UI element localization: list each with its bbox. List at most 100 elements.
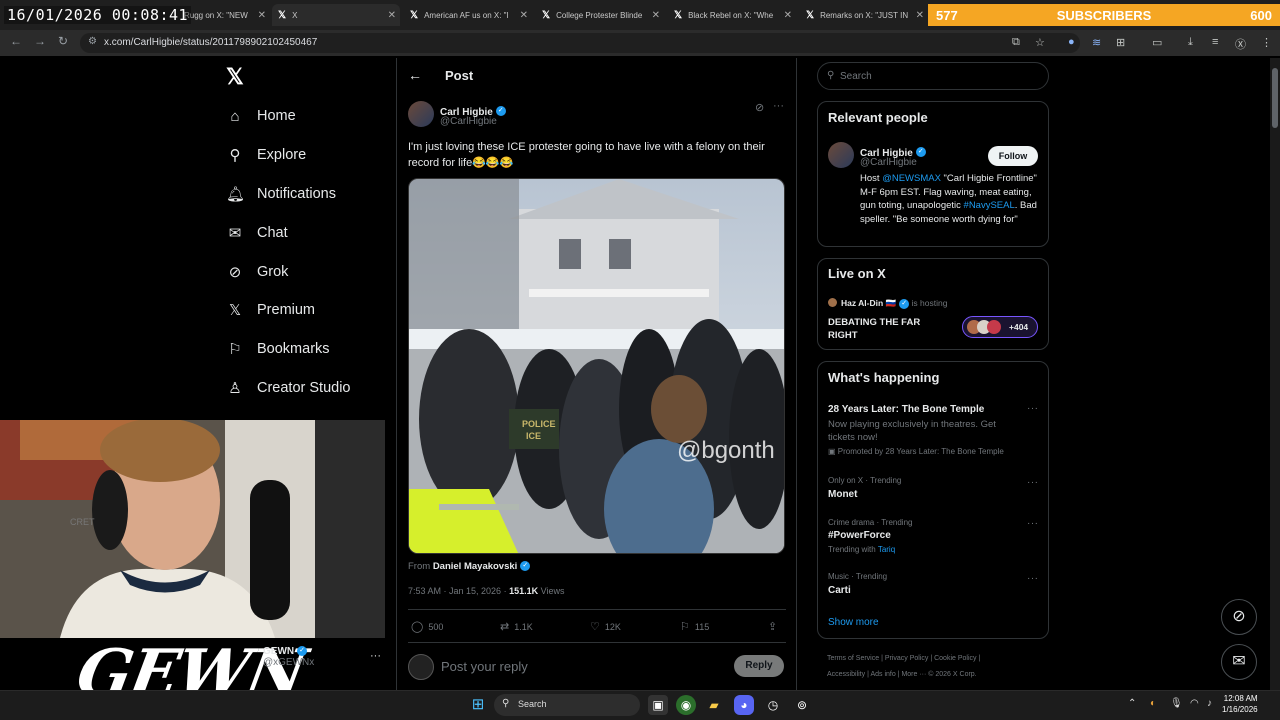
extension-icon[interactable]: ● [1068, 36, 1075, 48]
nav-notifications[interactable]: 🔔︎ Notifications [226, 182, 336, 206]
trend-title[interactable]: Carti [828, 585, 851, 596]
trend-title[interactable]: 28 Years Later: The Bone Temple [828, 404, 984, 415]
repost-action[interactable]: ⇄ 1.1K [500, 620, 533, 633]
trend-meta: Only on X · Trending [828, 476, 902, 485]
bookmark-icon: ⚐ [228, 341, 242, 358]
microphone-icon[interactable]: 🎙︎ [1170, 698, 1183, 709]
nav-chat[interactable]: ✉ Chat [226, 221, 288, 245]
browser-tab[interactable]: 𝕏 American AF us on X: "I ✕ [404, 4, 532, 26]
tray-overflow-icon[interactable]: ⌃ [1128, 698, 1136, 709]
nav-creator-studio[interactable]: ♙ Creator Studio [226, 376, 350, 400]
live-topic[interactable]: DEBATING THE FAR RIGHT [828, 316, 938, 342]
host-avatar [828, 298, 837, 307]
scrollbar[interactable] [1270, 58, 1280, 690]
scrollbar-thumb[interactable] [1272, 68, 1278, 128]
more-options-icon[interactable]: ··· [1027, 403, 1039, 414]
messages-fab-icon[interactable]: ✉ [1221, 644, 1257, 680]
author-handle[interactable]: @CarlHigbie [440, 116, 497, 127]
share-icon: ⇪ [768, 621, 778, 633]
grok-fab-icon[interactable]: ⊘ [1221, 599, 1257, 635]
author-avatar[interactable] [408, 101, 434, 127]
close-tab-icon[interactable]: ✕ [388, 10, 396, 21]
clock-app-icon[interactable]: ◷ [763, 695, 783, 715]
browser-tab[interactable]: 𝕏 Black Rebel on X: "Whe ✕ [668, 4, 796, 26]
bookmark-action[interactable]: ⚐ 115 [680, 620, 709, 633]
trend-title[interactable]: Monet [828, 489, 857, 500]
live-listeners[interactable]: +404 [962, 316, 1038, 338]
install-icon[interactable]: ⧉ [1012, 36, 1020, 49]
audio-extension-icon[interactable]: ≋ [1092, 36, 1101, 49]
star-icon[interactable]: ☆ [1035, 36, 1045, 49]
person-avatar[interactable] [828, 142, 854, 168]
taskbar-search[interactable]: ⚲ Search [494, 694, 640, 716]
bio-link[interactable]: @NEWSMAX [882, 173, 941, 184]
windows-start-icon[interactable]: ⊞ [468, 695, 488, 715]
nav-explore[interactable]: ⚲ Explore [226, 143, 307, 167]
back-arrow-icon[interactable]: ← [408, 67, 422, 83]
browser-tab[interactable]: 𝕏 College Protester Blinde ✕ [536, 4, 664, 26]
more-options-icon[interactable]: ··· [1027, 518, 1039, 529]
follow-button[interactable]: Follow [988, 146, 1038, 166]
reply-icon: ◯ [411, 621, 424, 633]
close-tab-icon[interactable]: ✕ [520, 10, 528, 21]
volume-icon[interactable]: ♪ [1207, 698, 1212, 709]
footer-links[interactable]: Accessibility | Ads info | More ··· © 20… [827, 671, 977, 678]
more-options-icon[interactable]: ··· [1027, 477, 1039, 488]
close-tab-icon[interactable]: ✕ [784, 10, 792, 21]
my-avatar[interactable] [408, 654, 434, 680]
grok-explain-icon[interactable]: ⊘ [755, 101, 764, 114]
show-more-link[interactable]: Show more [828, 617, 879, 628]
x-home-logo-icon[interactable]: 𝕏 [226, 64, 244, 90]
discord-icon[interactable]: ◕ [734, 695, 754, 715]
account-more-icon[interactable]: ··· [370, 650, 381, 662]
browser-tab[interactable]: 𝕏 Remarks on X: "JUST IN ✕ [800, 4, 928, 26]
person-handle[interactable]: @CarlHigbie [860, 157, 917, 168]
file-explorer-icon[interactable]: ▰ [704, 695, 724, 715]
forward-icon[interactable]: → [34, 34, 46, 48]
tray-app-icon[interactable]: ◐ [1150, 698, 1156, 709]
nav-grok[interactable]: ⊘ Grok [226, 260, 289, 284]
nav-premium[interactable]: 𝕏 Premium [226, 298, 315, 322]
live-host-row[interactable]: Haz Al-Din 🇷🇺 ✓ is hosting [841, 298, 947, 309]
download-icon[interactable]: ⤓ [1188, 36, 1193, 49]
media-icon[interactable]: ≡ [1212, 36, 1218, 48]
share-action[interactable]: ⇪ [768, 620, 782, 633]
back-icon[interactable]: ← [10, 34, 22, 48]
nav-bookmarks[interactable]: ⚐ Bookmarks [226, 337, 329, 361]
close-tab-icon[interactable]: ✕ [916, 10, 924, 21]
reply-button[interactable]: Reply [734, 655, 784, 677]
verified-badge-icon: ✓ [520, 561, 531, 572]
from-name[interactable]: Daniel Mayakovski [433, 561, 518, 572]
extensions-icon[interactable]: ⊞ [1116, 36, 1125, 49]
divider [408, 642, 786, 643]
bio-hashtag[interactable]: #NavySEAL [964, 200, 1015, 211]
site-info-icon[interactable]: ⚙ [88, 36, 97, 47]
search-icon: ⚲ [229, 147, 241, 164]
like-action[interactable]: ♡ 12K [590, 620, 621, 633]
chrome-icon[interactable]: ◉ [676, 695, 696, 715]
reply-action[interactable]: ◯ 500 [411, 620, 443, 633]
profile-icon[interactable]: Ⓧ [1235, 36, 1246, 52]
address-bar[interactable]: ⚙ x.com/CarlHigbie/status/20117989021024… [80, 33, 1080, 53]
more-options-icon[interactable]: ··· [773, 100, 784, 112]
more-options-icon[interactable]: ··· [1027, 573, 1039, 584]
obs-icon[interactable]: ⊚ [792, 695, 812, 715]
sidepanel-icon[interactable]: ▭ [1152, 36, 1162, 49]
close-tab-icon[interactable]: ✕ [652, 10, 660, 21]
taskbar-clock[interactable]: 12:08 AM 1/16/2026 [1222, 693, 1258, 715]
browser-tab-active[interactable]: 𝕏 X ✕ [272, 4, 400, 26]
account-switcher[interactable]: GEWN ✓ @xGEWNx [263, 646, 314, 668]
footer-links[interactable]: Terms of Service | Privacy Policy | Cook… [827, 655, 980, 662]
search-icon: ⚲ [502, 698, 510, 709]
search-input[interactable]: ⚲ Search [817, 62, 1049, 90]
wifi-icon[interactable]: ◠ [1190, 698, 1199, 709]
browser-tab[interactable]: Rugg on X: "NEW ✕ [178, 4, 270, 26]
trend-title[interactable]: #PowerForce [828, 530, 891, 541]
close-tab-icon[interactable]: ✕ [258, 10, 266, 21]
task-view-icon[interactable]: ▣ [648, 695, 668, 715]
reply-input[interactable]: Post your reply [441, 659, 528, 674]
menu-icon[interactable]: ⋮ [1261, 36, 1272, 49]
nav-home[interactable]: ⌂ Home [226, 104, 295, 128]
reload-icon[interactable]: ↻ [58, 34, 68, 48]
tweet-video[interactable]: POLICE ICE @bgonth [408, 178, 785, 554]
